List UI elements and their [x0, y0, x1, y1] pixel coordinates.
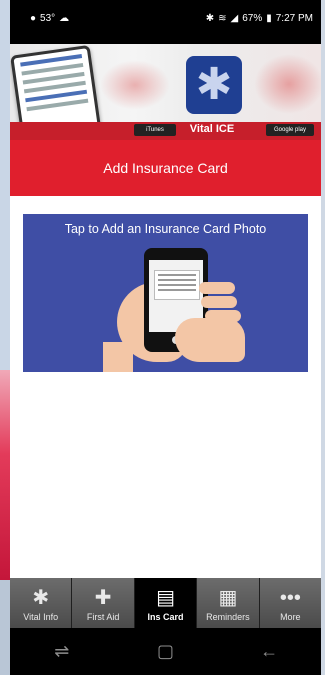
- tab-more[interactable]: ••• More: [259, 578, 321, 628]
- tab-label: More: [280, 612, 301, 622]
- tab-first-aid[interactable]: ✚ First Aid: [72, 578, 134, 628]
- banner-decoration: [100, 60, 170, 110]
- page-title-bar: Add Insurance Card: [10, 140, 321, 196]
- card-icon: ▤: [156, 587, 175, 609]
- location-icon: ●: [30, 13, 37, 24]
- finger-illustration: [199, 282, 235, 294]
- recent-apps-icon[interactable]: ⇌: [32, 641, 92, 662]
- asterisk-icon: ✱: [32, 587, 50, 609]
- tab-vital-info[interactable]: ✱ Vital Info: [10, 578, 72, 628]
- calendar-icon: ▦: [218, 587, 238, 609]
- tab-reminders[interactable]: ▦ Reminders: [197, 578, 259, 628]
- tab-label: Ins Card: [147, 612, 184, 622]
- system-nav-bar: ⇌ ▢ ←: [10, 628, 321, 675]
- tab-label: Vital Info: [23, 612, 59, 622]
- star-of-life-logo-icon: ✱: [186, 56, 242, 114]
- bottom-tab-bar: ✱ Vital Info ✚ First Aid ▤ Ins Card ▦ Re…: [10, 578, 321, 628]
- finger-illustration: [201, 296, 237, 308]
- signal-icon: ◢: [230, 13, 239, 24]
- photo-card-text: Tap to Add an Insurance Card Photo: [64, 222, 267, 236]
- clock: 7:27 PM: [275, 13, 313, 24]
- banner-decoration: [254, 54, 321, 114]
- wifi-icon: ≋: [218, 13, 227, 24]
- cloud-icon: ☁: [59, 13, 70, 24]
- content-area: Tap to Add an Insurance Card Photo: [10, 196, 321, 578]
- status-bar: ● 53° ☁ ✱ ≋ ◢ 67% ▮ 7:27 PM: [10, 0, 321, 44]
- app-store-badge: iTunes: [134, 124, 176, 136]
- play-store-badge: Google play: [266, 124, 314, 136]
- bandage-icon: ✚: [94, 587, 112, 609]
- home-icon[interactable]: ▢: [135, 641, 195, 662]
- tab-label: Reminders: [206, 612, 250, 622]
- back-icon[interactable]: ←: [239, 641, 299, 662]
- tab-label: First Aid: [86, 612, 120, 622]
- add-insurance-photo-button[interactable]: Tap to Add an Insurance Card Photo: [23, 214, 308, 372]
- tab-ins-card[interactable]: ▤ Ins Card: [134, 578, 197, 628]
- header-banner: ✱ iTunes Vital ICE Google play: [10, 44, 321, 140]
- page-title: Add Insurance Card: [103, 160, 228, 176]
- phone-screen: ● 53° ☁ ✱ ≋ ◢ 67% ▮ 7:27 PM ✱ iTunes Vit…: [10, 0, 321, 675]
- brand-name: Vital ICE: [189, 123, 235, 135]
- temperature: 53°: [40, 13, 56, 24]
- battery-percent: 67%: [242, 13, 263, 24]
- more-icon: •••: [279, 587, 301, 609]
- battery-icon: ▮: [266, 13, 272, 24]
- bluetooth-icon: ✱: [205, 13, 215, 24]
- background-strip-right: [321, 0, 325, 675]
